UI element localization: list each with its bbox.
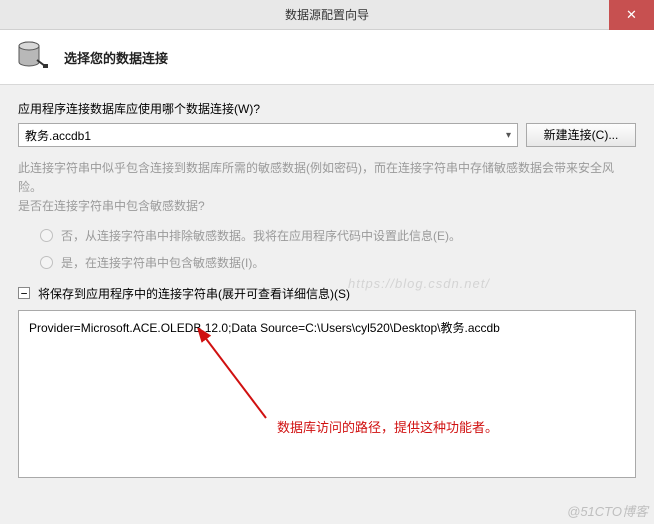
warning-text: 此连接字符串中似乎包含连接到数据库所需的敏感数据(例如密码)，而在连接字符串中存…: [18, 159, 636, 217]
window-title: 数据源配置向导: [0, 6, 654, 23]
close-button[interactable]: ✕: [609, 0, 654, 30]
radio-label-no: 否，从连接字符串中排除敏感数据。我将在应用程序代码中设置此信息(E)。: [61, 227, 461, 244]
expander-toggle[interactable]: −: [18, 287, 30, 299]
watermark-blog: https://blog.csdn.net/: [348, 276, 490, 291]
radio-label-yes: 是，在连接字符串中包含敏感数据(I)。: [61, 254, 264, 271]
radio-icon: [40, 256, 53, 269]
expander-label: 将保存到应用程序中的连接字符串(展开可查看详细信息)(S): [38, 285, 350, 302]
connection-selected-value: 教务.accdb1: [25, 127, 91, 144]
warning-line-1: 此连接字符串中似乎包含连接到数据库所需的敏感数据(例如密码)，而在连接字符串中存…: [18, 161, 614, 194]
connection-string-text: Provider=Microsoft.ACE.OLEDB.12.0;Data S…: [29, 321, 500, 335]
annotation-text: 数据库访问的路径，提供这种功能者。: [277, 417, 498, 436]
connection-row: 教务.accdb1 ▾ 新建连接(C)...: [18, 123, 636, 147]
radio-option-yes[interactable]: 是，在连接字符串中包含敏感数据(I)。: [40, 254, 636, 271]
connection-string-box[interactable]: Provider=Microsoft.ACE.OLEDB.12.0;Data S…: [18, 310, 636, 478]
radio-group: 否，从连接字符串中排除敏感数据。我将在应用程序代码中设置此信息(E)。 是，在连…: [18, 227, 636, 271]
close-icon: ✕: [626, 7, 637, 23]
chevron-down-icon: ▾: [506, 130, 511, 141]
titlebar: 数据源配置向导 ✕: [0, 0, 654, 30]
database-icon: [15, 38, 49, 77]
warning-line-2: 是否在连接字符串中包含敏感数据?: [18, 199, 205, 213]
wizard-header: 选择您的数据连接: [0, 30, 654, 85]
connection-dropdown[interactable]: 教务.accdb1 ▾: [18, 123, 518, 147]
new-connection-button[interactable]: 新建连接(C)...: [526, 123, 636, 147]
watermark-corner: @51CTO博客: [567, 501, 648, 520]
expander-row: − 将保存到应用程序中的连接字符串(展开可查看详细信息)(S): [18, 285, 636, 302]
radio-option-no[interactable]: 否，从连接字符串中排除敏感数据。我将在应用程序代码中设置此信息(E)。: [40, 227, 636, 244]
prompt-label: 应用程序连接数据库应使用哪个数据连接(W)?: [18, 100, 636, 117]
header-title: 选择您的数据连接: [64, 48, 168, 67]
radio-icon: [40, 229, 53, 242]
window-controls: ✕: [609, 0, 654, 30]
